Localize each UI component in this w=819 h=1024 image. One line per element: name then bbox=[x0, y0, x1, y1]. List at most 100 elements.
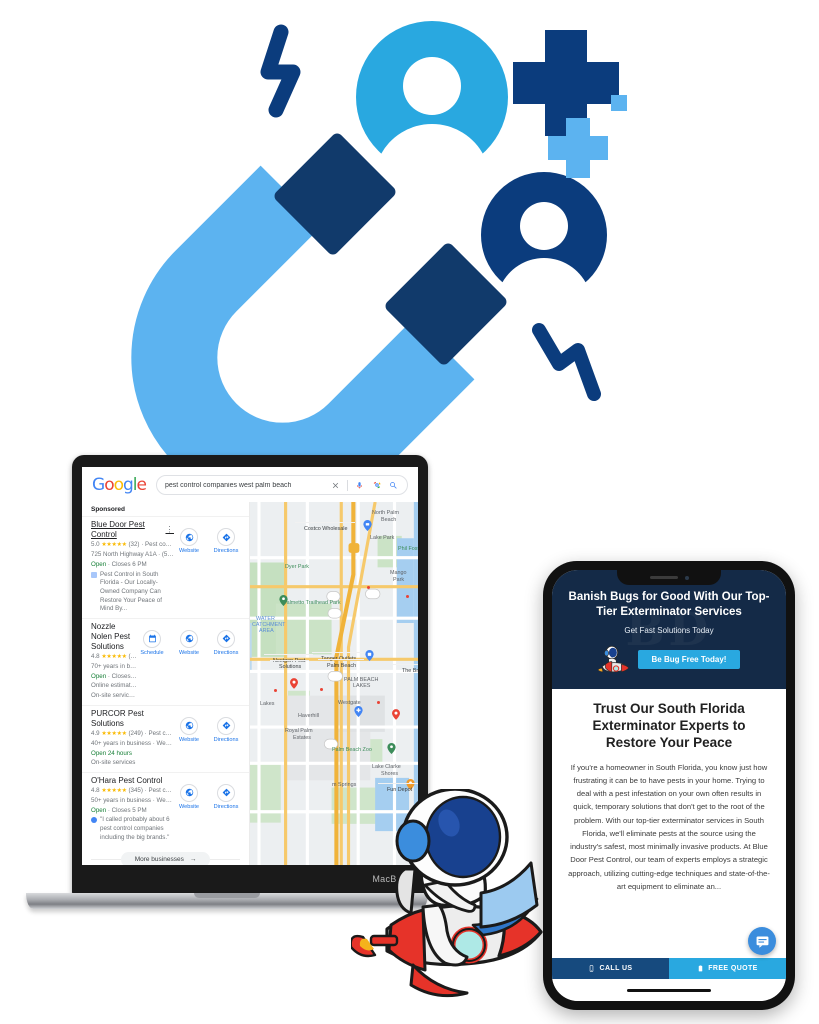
business-name[interactable]: PURCOR Pest Solutions bbox=[91, 709, 174, 729]
rocket-flame bbox=[351, 934, 377, 958]
rating-value: 5.0 bbox=[91, 541, 100, 548]
laptop-screen: Google pest control companies west palm … bbox=[82, 467, 418, 865]
search-box[interactable]: pest control companies west palm beach bbox=[156, 475, 408, 495]
map-label: Lake Park bbox=[370, 535, 395, 541]
open-status: Open 24 hours bbox=[91, 749, 132, 757]
more-businesses-button[interactable]: More businesses → bbox=[120, 852, 211, 865]
map-canvas[interactable] bbox=[250, 502, 418, 865]
more-businesses-label: More businesses bbox=[134, 856, 184, 864]
call-us-button[interactable]: CALL US bbox=[552, 958, 669, 979]
hero-cta-button[interactable]: Be Bug Free Today! bbox=[637, 650, 741, 670]
business-actions[interactable]: Website Directions bbox=[174, 709, 241, 768]
business-name[interactable]: Blue Door Pest Control ⋮ bbox=[91, 520, 174, 540]
sponsored-label: Sponsored bbox=[91, 506, 125, 513]
table-row[interactable]: Nozzle Nolen Pest Solutions 4.8 ★★★★★ (1… bbox=[82, 617, 249, 705]
laptop-base-notch bbox=[194, 893, 260, 898]
map-dot[interactable] bbox=[377, 701, 380, 704]
business-address-row: 50+ years in business · West Palm Beach,… bbox=[91, 797, 174, 805]
closing-time: Closes 5 PM bbox=[111, 806, 147, 814]
rating-stars: ★★★★★ bbox=[101, 730, 127, 737]
schedule-button[interactable]: Schedule bbox=[137, 629, 167, 656]
open-status: Open bbox=[91, 560, 107, 568]
website-button[interactable]: Website bbox=[174, 716, 204, 743]
map-dot[interactable] bbox=[367, 586, 370, 589]
map-label: m Springs bbox=[332, 782, 357, 788]
astronaut-leg bbox=[421, 903, 469, 967]
map-label: Westgate bbox=[338, 700, 361, 706]
business-name[interactable]: O'Hara Pest Control bbox=[91, 776, 174, 786]
arrow-right-icon: → bbox=[189, 856, 197, 864]
business-actions[interactable]: Website Directions bbox=[174, 520, 241, 614]
sticky-contact-bar[interactable]: CALL US FREE QUOTE bbox=[552, 958, 786, 979]
website-label: Website bbox=[178, 548, 200, 554]
map-dot[interactable] bbox=[406, 595, 409, 598]
business-rating-row: 4.8 ★★★★★ (1.1K) · Pest control ser... bbox=[91, 652, 137, 662]
phone-mockup: BD Banish Bugs for Good With Our Top-Tie… bbox=[543, 561, 795, 1010]
search-input[interactable]: pest control companies west palm beach bbox=[165, 482, 324, 489]
map-panel[interactable]: North Palm Beach Costco Wholesale Lake Park… bbox=[250, 502, 418, 865]
map-label: Lakes bbox=[260, 701, 275, 707]
globe-icon bbox=[180, 783, 198, 802]
map-label: Beach bbox=[381, 517, 397, 523]
map-label: Park bbox=[393, 577, 405, 583]
globe-icon bbox=[180, 629, 198, 648]
section-title: Trust Our South Florida Exterminator Exp… bbox=[592, 700, 746, 750]
website-hero-section: BD Banish Bugs for Good With Our Top-Tie… bbox=[552, 570, 786, 689]
closing-time: Closes 6 PM bbox=[111, 560, 147, 568]
table-row[interactable]: PURCOR Pest Solutions 4.9 ★★★★★ (249) · … bbox=[82, 704, 249, 772]
microphone-icon[interactable] bbox=[354, 480, 365, 491]
business-hours-row: Open · Closes 6 PM bbox=[91, 560, 147, 568]
rocket-nozzle bbox=[369, 934, 399, 947]
free-quote-button[interactable]: FREE QUOTE bbox=[669, 958, 786, 979]
clipboard-icon bbox=[698, 965, 703, 972]
map-pin[interactable] bbox=[290, 678, 298, 689]
rating-stars: ★★★★★ bbox=[101, 787, 127, 794]
map-park-icon[interactable] bbox=[387, 743, 396, 754]
phone-notch bbox=[617, 570, 721, 585]
business-results-list[interactable]: Sponsored Blue Door Pest Control ⋮ 5.0 ★… bbox=[82, 502, 250, 865]
website-button[interactable]: Website bbox=[174, 783, 204, 810]
map-dot[interactable] bbox=[274, 689, 277, 692]
laptop-base bbox=[26, 893, 428, 909]
rating-value: 4.9 bbox=[91, 729, 100, 737]
hero-headline: Banish Bugs for Good With Our Top-Tier E… bbox=[568, 591, 770, 618]
astronaut-arm bbox=[423, 879, 477, 913]
google-lens-icon[interactable] bbox=[371, 480, 382, 491]
table-row[interactable]: Blue Door Pest Control ⋮ 5.0 ★★★★★ (32) … bbox=[82, 516, 249, 618]
logo-letter: o bbox=[104, 474, 114, 495]
business-name[interactable]: Nozzle Nolen Pest Solutions bbox=[91, 622, 137, 652]
review-quote: "I called probably about 6 pest control … bbox=[100, 816, 170, 841]
speaker-icon bbox=[649, 576, 678, 579]
business-rating-row: 5.0 ★★★★★ (32) · Pest control service bbox=[91, 540, 174, 550]
bolt-upper-icon bbox=[260, 24, 301, 118]
directions-button[interactable]: Directions bbox=[211, 629, 241, 656]
website-button[interactable]: Website bbox=[174, 629, 204, 656]
map-poi-icon[interactable] bbox=[365, 650, 374, 661]
map-label: Royal Palm bbox=[285, 728, 313, 734]
map-pin[interactable] bbox=[392, 709, 400, 720]
clear-icon[interactable] bbox=[330, 480, 341, 491]
map-poi-icon[interactable] bbox=[363, 520, 372, 531]
search-icon[interactable] bbox=[388, 480, 399, 491]
calendar-icon bbox=[143, 629, 161, 648]
table-row[interactable]: O'Hara Pest Control 4.8 ★★★★★ (345) · Pe… bbox=[82, 771, 249, 847]
map-label: Palm Beach bbox=[318, 659, 365, 673]
map-dot[interactable] bbox=[320, 688, 323, 691]
directions-button[interactable]: Directions bbox=[211, 716, 241, 743]
business-actions[interactable]: Schedule Website Directions bbox=[137, 622, 241, 701]
free-quote-label: FREE QUOTE bbox=[708, 965, 758, 972]
plus-tiny-icon bbox=[611, 95, 627, 111]
rocket-porthole bbox=[450, 926, 488, 964]
directions-button[interactable]: Directions bbox=[211, 528, 241, 554]
directions-button[interactable]: Directions bbox=[211, 783, 241, 810]
business-name-text: Nozzle Nolen Pest Solutions bbox=[91, 621, 131, 651]
map-label: North Palm bbox=[372, 510, 399, 516]
website-button[interactable]: Website bbox=[174, 528, 204, 554]
more-options-icon[interactable]: ⋮ bbox=[166, 525, 175, 535]
more-businesses-row: More businesses → bbox=[82, 846, 249, 865]
business-actions[interactable]: Website Directions bbox=[174, 776, 241, 843]
schedule-label: Schedule bbox=[140, 649, 164, 656]
business-phone: (561) 935-9502 bbox=[161, 551, 174, 559]
map-poi-icon[interactable] bbox=[354, 706, 363, 717]
chat-widget-button[interactable] bbox=[748, 927, 776, 955]
